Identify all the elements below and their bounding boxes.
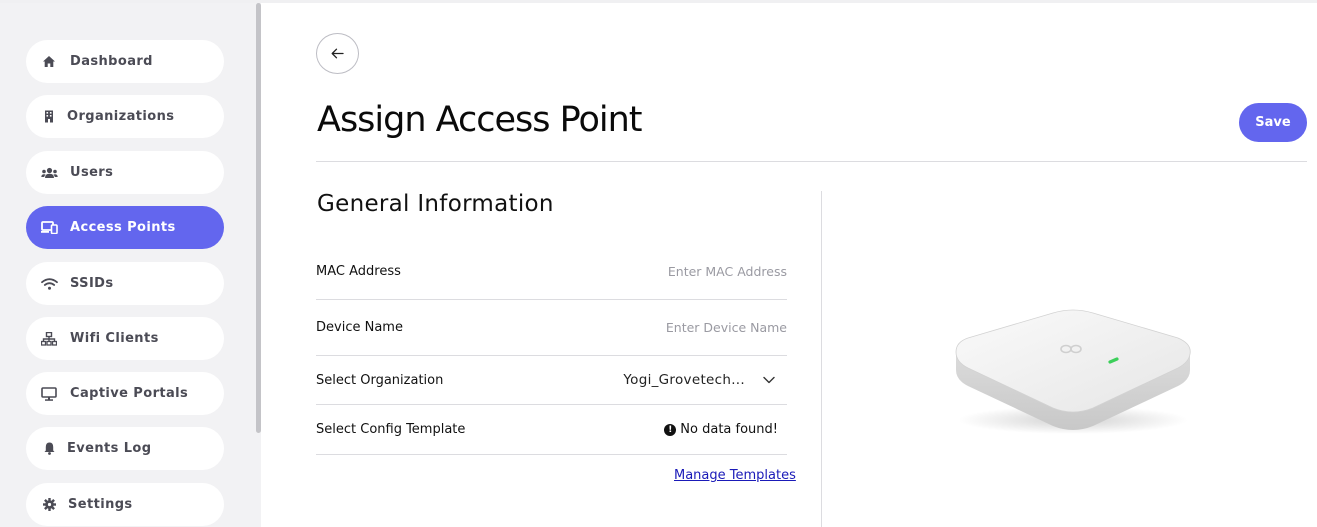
sidebar-item-captive-portals[interactable]: Captive Portals: [26, 372, 224, 415]
back-button[interactable]: [316, 33, 359, 74]
sidebar-item-settings[interactable]: Settings: [26, 483, 224, 526]
arrow-left-icon: [331, 48, 344, 59]
config-template-row: Select Config Template ! No data found!: [316, 405, 787, 455]
sidebar-item-label: Wifi Clients: [70, 331, 159, 346]
sidebar-item-users[interactable]: Users: [26, 151, 224, 194]
sidebar-item-label: Organizations: [67, 109, 175, 124]
users-icon: [40, 164, 58, 182]
mac-address-row: MAC Address: [316, 243, 787, 300]
sidebar-item-ssids[interactable]: SSIDs: [26, 262, 224, 305]
sidebar-item-events-log[interactable]: Events Log: [26, 427, 224, 470]
chevron-down-icon: [763, 376, 775, 384]
organization-selected-value: Yogi_Grovetech...: [623, 372, 745, 388]
sidebar-item-label: Settings: [68, 497, 133, 512]
bell-icon: [40, 440, 58, 458]
building-icon: [40, 108, 58, 126]
mac-address-label: MAC Address: [316, 263, 401, 279]
devices-icon: [40, 219, 58, 237]
organization-select[interactable]: Yogi_Grovetech...: [623, 372, 787, 388]
no-data-message: ! No data found!: [664, 422, 778, 437]
sidebar-scrollbar[interactable]: [256, 3, 261, 433]
sidebar-item-label: SSIDs: [70, 276, 114, 291]
wifi-icon: [40, 275, 58, 293]
sidebar: Dashboard Organizations Users Access Poi…: [0, 3, 261, 527]
organization-label: Select Organization: [316, 372, 444, 388]
device-name-row: Device Name: [316, 300, 787, 356]
network-icon: [40, 330, 58, 348]
no-data-text: No data found!: [680, 422, 778, 437]
sidebar-item-label: Dashboard: [70, 54, 153, 69]
device-name-input[interactable]: [547, 320, 787, 335]
monitor-icon: [40, 385, 58, 403]
sidebar-item-organizations[interactable]: Organizations: [26, 95, 224, 138]
access-point-image: [948, 308, 1198, 442]
manage-templates-link[interactable]: Manage Templates: [674, 468, 796, 483]
vertical-divider: [821, 191, 822, 527]
save-button[interactable]: Save: [1239, 103, 1307, 142]
page-title: Assign Access Point: [317, 100, 643, 140]
sidebar-item-access-points[interactable]: Access Points: [26, 206, 224, 249]
device-name-label: Device Name: [316, 320, 403, 335]
config-template-label: Select Config Template: [316, 422, 466, 437]
sidebar-item-label: Events Log: [67, 441, 152, 456]
home-icon: [40, 53, 58, 71]
sidebar-item-label: Captive Portals: [70, 386, 189, 401]
sidebar-item-dashboard[interactable]: Dashboard: [26, 40, 224, 83]
sidebar-item-label: Users: [70, 165, 114, 180]
mac-address-input[interactable]: [547, 263, 787, 279]
organization-row: Select Organization Yogi_Grovetech...: [316, 356, 787, 405]
section-title: General Information: [317, 191, 554, 217]
header-divider: [316, 161, 1307, 162]
sidebar-item-wifi-clients[interactable]: Wifi Clients: [26, 317, 224, 360]
exclamation-circle-icon: !: [664, 423, 677, 436]
sidebar-item-label: Access Points: [70, 220, 176, 235]
gear-icon: [40, 496, 58, 514]
